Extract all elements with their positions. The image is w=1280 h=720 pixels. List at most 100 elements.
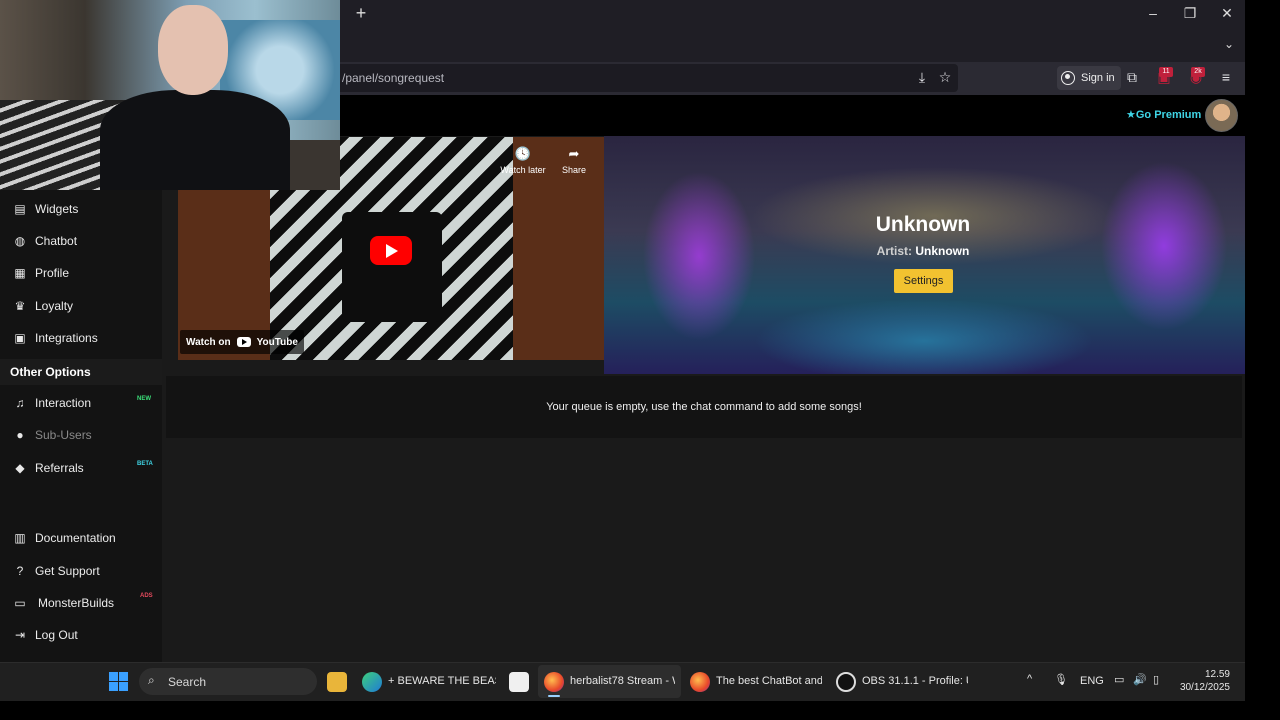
sidebar-item-profile[interactable]: ▦ Profile — [0, 259, 162, 287]
extensions-icon[interactable]: ⧉ — [1123, 68, 1141, 86]
song-artist: Artist: Unknown — [604, 244, 1242, 258]
sign-in-button[interactable]: Sign in — [1057, 66, 1121, 90]
file-explorer-icon[interactable] — [327, 672, 347, 692]
artist-name: Unknown — [915, 244, 970, 258]
star-icon: ★ — [1126, 109, 1136, 121]
taskbar-app-label-2[interactable]: herbalist78 Stream - Wa — [570, 675, 675, 687]
account-icon — [1061, 71, 1075, 85]
sidebar-item-label: Log Out — [35, 628, 78, 642]
bottom-black-strip — [0, 701, 1280, 720]
system-clock[interactable]: 12.59 30/12/2025 — [1170, 668, 1230, 694]
taskbar-app-label-1[interactable]: + BEWARE THE BEAST - I — [388, 675, 496, 687]
sidebar-item-documentation[interactable]: ▥ Documentation — [0, 524, 162, 552]
list-all-tabs-button[interactable]: ⌄ — [1219, 34, 1239, 54]
sidebar-item-chatbot[interactable]: ◍ Chatbot — [0, 227, 162, 255]
robot-icon: ◍ — [14, 234, 26, 248]
taskbar-search-label: Search — [168, 675, 207, 689]
webcam-overlay — [0, 0, 340, 190]
handshake-icon: ◆ — [15, 461, 25, 475]
watch-on-youtube-button[interactable]: Watch on YouTube — [180, 330, 304, 354]
queue-empty-message: Your queue is empty, use the chat comman… — [546, 401, 862, 413]
sidebar-item-label: MonsterBuilds — [38, 596, 115, 610]
new-tab-button[interactable]: + — [352, 4, 370, 22]
youtube-logo-icon — [236, 337, 251, 347]
sidebar-item-label: Widgets — [35, 202, 79, 216]
other-options-header: Other Options — [0, 359, 162, 385]
taskbar-search-box[interactable] — [139, 668, 317, 695]
song-title: Unknown — [875, 213, 971, 236]
sidebar-item-tag: NEW — [137, 396, 151, 402]
taskbar-app-label-4[interactable]: OBS 31.1.1 - Profile: Unti — [862, 675, 968, 687]
restore-button[interactable]: ❐ — [1180, 3, 1200, 23]
music-icon: ♫ — [15, 396, 25, 410]
share-button[interactable]: ➦ Share — [549, 146, 599, 175]
bookmark-star-icon[interactable]: ☆ — [936, 68, 954, 86]
extension-badge-1: 11 — [1159, 67, 1173, 77]
sidebar-item-label: Documentation — [35, 531, 116, 545]
webcam-person-body — [100, 90, 290, 190]
sidebar-item-label: Chatbot — [35, 234, 78, 248]
users-icon: ● — [16, 428, 24, 442]
extension-badge-2: 2k — [1191, 67, 1205, 77]
sidebar-item-loyalty[interactable]: ♛ Loyalty — [0, 292, 162, 320]
windows-start-icon[interactable] — [109, 672, 128, 691]
show-hidden-icons-icon[interactable]: ^ — [1027, 673, 1032, 685]
sidebar-item-log-out[interactable]: ⇥ Log Out — [0, 621, 162, 649]
sidebar-item-tag: ADS — [140, 593, 153, 599]
clock-date: 30/12/2025 — [1179, 682, 1230, 693]
user-avatar[interactable] — [1205, 99, 1238, 132]
sidebar-item-integrations[interactable]: ▣ Integrations — [0, 324, 162, 352]
volume-icon[interactable]: 🔊 — [1133, 673, 1147, 686]
thumbnail-center-art — [342, 212, 442, 322]
sidebar-item-label: Profile — [35, 266, 70, 280]
artist-label: Artist: — [876, 244, 912, 258]
battery-icon[interactable]: ▯ — [1153, 673, 1159, 686]
url-text[interactable]: /panel/songrequest — [342, 71, 444, 85]
sidebar-item-label: Sub-Users — [35, 428, 92, 442]
sidebar-item-tag: BETA — [137, 461, 153, 467]
network-icon[interactable]: ▭ — [1114, 673, 1124, 686]
sidebar-item-interaction[interactable]: ♫ Interaction NEW — [0, 389, 162, 417]
play-icon[interactable] — [370, 236, 412, 265]
player-settings-button[interactable]: Settings — [894, 269, 953, 293]
plug-icon: ▣ — [14, 331, 26, 345]
edge-icon[interactable] — [362, 672, 382, 692]
sidebar-item-label: Integrations — [35, 331, 98, 345]
firefox-icon[interactable] — [544, 672, 564, 692]
close-window-button[interactable]: ✕ — [1217, 3, 1237, 23]
book-icon: ▥ — [14, 531, 26, 545]
sidebar-item-get-support[interactable]: ? Get Support — [0, 557, 162, 585]
taskbar-app-label-3[interactable]: The best ChatBot and W — [716, 675, 822, 687]
sign-in-label: Sign in — [1081, 72, 1115, 84]
sidebar-item-sub-users[interactable]: ● Sub-Users — [0, 421, 162, 449]
sidebar-item-label: Loyalty — [35, 299, 74, 313]
clock-time: 12.59 — [1204, 669, 1230, 680]
webcam-person-head — [158, 5, 228, 95]
trophy-icon: ♛ — [14, 299, 26, 313]
active-app-indicator — [548, 695, 560, 697]
store-icon[interactable] — [509, 672, 529, 692]
minimize-button[interactable]: – — [1143, 3, 1163, 23]
laptop-icon: ▭ — [14, 596, 26, 610]
menu-hamburger-icon[interactable]: ≡ — [1217, 68, 1235, 86]
language-indicator[interactable]: ENG — [1080, 675, 1104, 687]
install-app-icon[interactable]: ⤓ — [913, 68, 931, 86]
logout-icon: ⇥ — [14, 628, 26, 642]
sidebar-item-label: Referrals — [35, 461, 84, 475]
sidebar-item-monsterbuilds[interactable]: ▭ MonsterBuilds ADS — [0, 589, 162, 617]
sidebar-item-referrals[interactable]: ◆ Referrals BETA — [0, 454, 162, 482]
right-black-strip — [1245, 0, 1280, 720]
clock-icon: 🕓 — [514, 146, 532, 161]
dashboard-icon: ▤ — [14, 202, 26, 216]
microphone-icon[interactable]: 🎙 — [1054, 673, 1068, 686]
sidebar-item-widgets[interactable]: ▤ Widgets — [0, 195, 162, 223]
sidebar-item-label: Interaction — [35, 396, 92, 410]
sidebar-item-label: Get Support — [35, 564, 100, 578]
search-icon: ⌕ — [148, 673, 155, 687]
watch-later-button[interactable]: 🕓 Watch later — [498, 146, 548, 175]
go-premium-link[interactable]: ★Go Premium — [1126, 108, 1201, 121]
firefox-icon[interactable] — [690, 672, 710, 692]
id-card-icon: ▦ — [14, 266, 26, 280]
share-icon: ➦ — [568, 146, 580, 161]
obs-icon[interactable] — [836, 672, 856, 692]
